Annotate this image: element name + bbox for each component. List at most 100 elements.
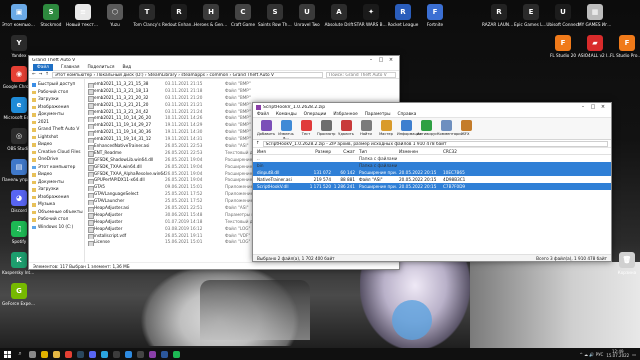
desktop-icon[interactable]: ✦ STAR WARS Battlefront II	[354, 4, 388, 27]
archive-row[interactable]: bin Папка с файлами	[253, 162, 611, 169]
desktop-icon[interactable]: R Redout Enhance...	[162, 4, 196, 27]
toolbar-button[interactable]: Информация	[397, 119, 421, 138]
nav-item[interactable]: Документы	[29, 179, 84, 187]
desktop-icon[interactable]: F FL Studio Producer E...	[610, 35, 640, 58]
toolbar-button[interactable]: Мастер	[377, 119, 395, 138]
desktop-icon[interactable]: A Absolute Drift	[322, 4, 356, 27]
file-row[interactable]: emb2021_11_3_21_18_13 03.11.2021 21:18 Фай…	[85, 88, 399, 95]
desktop-icon[interactable]: R RAZAR LAUNCHER	[482, 4, 516, 27]
menu-item[interactable]: Команды	[276, 112, 297, 117]
nav-item[interactable]: Загрузки	[29, 96, 84, 104]
desktop-icon[interactable]: T Tom Clancy's	[130, 4, 164, 27]
toolbar-button[interactable]: Найти	[357, 119, 375, 138]
desktop-icon[interactable]: ▦ MY GAMES Игровой...	[578, 4, 612, 27]
taskbar-app[interactable]	[110, 348, 122, 360]
toolbar-button[interactable]: Извлечь в...	[277, 119, 295, 140]
search-input[interactable]: Поиск: Grand Theft Auto V	[326, 71, 396, 78]
nav-item[interactable]: Lightshot	[29, 134, 84, 142]
taskbar-app[interactable]	[62, 348, 74, 360]
desktop-icon[interactable]: S Saints Row The Third	[258, 4, 292, 27]
archive-titlebar[interactable]: ScriptHookV_1.0.2628.2.zip – □ ×	[253, 103, 611, 111]
taskbar-app[interactable]	[98, 348, 110, 360]
archive-path[interactable]: ScriptHookV_1.0.2628.2.zip - ZIP архив, …	[262, 140, 608, 147]
nav-item[interactable]: 2021	[29, 119, 84, 127]
column-header[interactable]: Тип	[357, 148, 397, 154]
archive-row[interactable]: dinput8.dll 131 072 60 142 Расширение при..…	[253, 169, 611, 176]
column-header[interactable]: Имя	[255, 148, 303, 154]
column-header[interactable]: Сжат	[333, 148, 357, 154]
desktop-icon[interactable]: G GeForce Experience	[2, 283, 36, 306]
forward-icon[interactable]: →	[39, 72, 43, 77]
notification-icon[interactable]: ▭	[632, 352, 636, 357]
column-header[interactable]: CRC32	[441, 148, 471, 154]
desktop-icon[interactable]: E Epic Games Launcher	[514, 4, 548, 27]
archive-row[interactable]: ScriptHookV.dll 1 171 520 1 286 241 Расшире…	[253, 183, 611, 190]
ribbon-tab[interactable]: Вид	[122, 65, 131, 70]
nav-item[interactable]: Этот компьютер	[29, 164, 84, 172]
search-icon[interactable]: ⌕	[14, 348, 26, 360]
nav-item[interactable]: Видео	[29, 171, 84, 179]
file-row[interactable]: emb2021_11_3_21_15_38 03.11.2021 21:15 Фай…	[85, 81, 399, 88]
maximize-button[interactable]: □	[588, 104, 598, 110]
nav-item[interactable]: OneDrive	[29, 156, 84, 164]
desktop-icon[interactable]: S Stockmod	[34, 4, 68, 27]
column-header[interactable]: Изменен	[397, 148, 441, 154]
taskbar-app[interactable]	[74, 348, 86, 360]
nav-item[interactable]: Рабочий стол	[29, 216, 84, 224]
desktop-icon[interactable]: ▰ ASIO4ALL v2 Instruction...	[578, 35, 612, 58]
nav-item[interactable]: Объемные объекты	[29, 209, 84, 217]
nav-item[interactable]: Grand Theft Auto V	[29, 126, 84, 134]
up-icon[interactable]: ↑	[45, 72, 49, 77]
nav-item[interactable]: Документы	[29, 111, 84, 119]
taskbar-app[interactable]	[50, 348, 62, 360]
desktop-icon[interactable]: ≡ Новый текстовый	[66, 4, 100, 27]
ribbon-tab[interactable]: Главная	[61, 65, 80, 70]
explorer-titlebar[interactable]: Grand Theft Auto V – □ ×	[29, 56, 399, 64]
maximize-button[interactable]: □	[376, 57, 386, 63]
menu-item[interactable]: Операции	[304, 112, 327, 117]
taskbar-app[interactable]	[26, 348, 38, 360]
taskbar-app[interactable]	[122, 348, 134, 360]
taskbar-app[interactable]	[86, 348, 98, 360]
ribbon-tab[interactable]: Файл	[33, 63, 53, 71]
menu-item[interactable]: Параметры	[365, 112, 391, 117]
toolbar-button[interactable]: SFX	[457, 119, 475, 138]
taskbar-app[interactable]	[134, 348, 146, 360]
nav-item[interactable]: Изображения	[29, 194, 84, 202]
desktop-icon[interactable]: F FL Studio 20	[546, 35, 580, 58]
desktop-icon[interactable]: 🗑 Корзина	[610, 252, 640, 275]
menu-item[interactable]: Справка	[397, 112, 416, 117]
desktop-icon[interactable]: R Rocket League	[386, 4, 420, 27]
desktop-icon[interactable]: ⬡ Yuzu	[98, 4, 132, 27]
nav-item[interactable]: Изображения	[29, 104, 84, 112]
nav-item[interactable]: Windows 10 (C:)	[29, 224, 84, 232]
nav-item[interactable]: Видео	[29, 141, 84, 149]
column-header[interactable]: Размер	[303, 148, 333, 154]
nav-item[interactable]: Музыка	[29, 201, 84, 209]
menu-item[interactable]: Избранное	[333, 112, 357, 117]
start-button[interactable]	[0, 348, 14, 360]
toolbar-button[interactable]: Удалить	[337, 119, 355, 138]
close-button[interactable]: ×	[386, 57, 396, 63]
toolbar-button[interactable]: Комментарий	[437, 119, 463, 138]
minimize-button[interactable]: –	[578, 104, 588, 110]
menu-item[interactable]: Файл	[257, 112, 269, 117]
minimize-button[interactable]: –	[366, 57, 376, 63]
toolbar-button[interactable]: Добавить	[257, 119, 275, 138]
desktop-icon[interactable]: U Ubisoft Connect	[546, 4, 580, 27]
desktop-icon[interactable]: U Unravel Two	[290, 4, 324, 27]
desktop-icon[interactable]: F Fortnite	[418, 4, 452, 27]
desktop-icon[interactable]: H Heroes & Generals	[194, 4, 228, 27]
desktop-icon[interactable]: C Craft Game	[226, 4, 260, 27]
taskbar-app[interactable]	[158, 348, 170, 360]
archive-row[interactable]: NativeTrainer.asi 219 574 88 881 Файл "ASI"…	[253, 176, 611, 183]
taskbar-app[interactable]	[38, 348, 50, 360]
address-path[interactable]: Этот компьютер › Локальный диск (D:) › S…	[51, 71, 323, 78]
nav-item[interactable]: Рабочий стол	[29, 89, 84, 97]
close-button[interactable]: ×	[598, 104, 608, 110]
toolbar-button[interactable]: Антивирус	[417, 119, 437, 138]
nav-item[interactable]: Creative Cloud Files	[29, 149, 84, 157]
taskbar-app[interactable]	[146, 348, 158, 360]
tray-icons[interactable]: ^ ☁ 🔊 РУС	[580, 352, 604, 357]
archive-row[interactable]: .. Папка с файлами	[253, 155, 611, 162]
